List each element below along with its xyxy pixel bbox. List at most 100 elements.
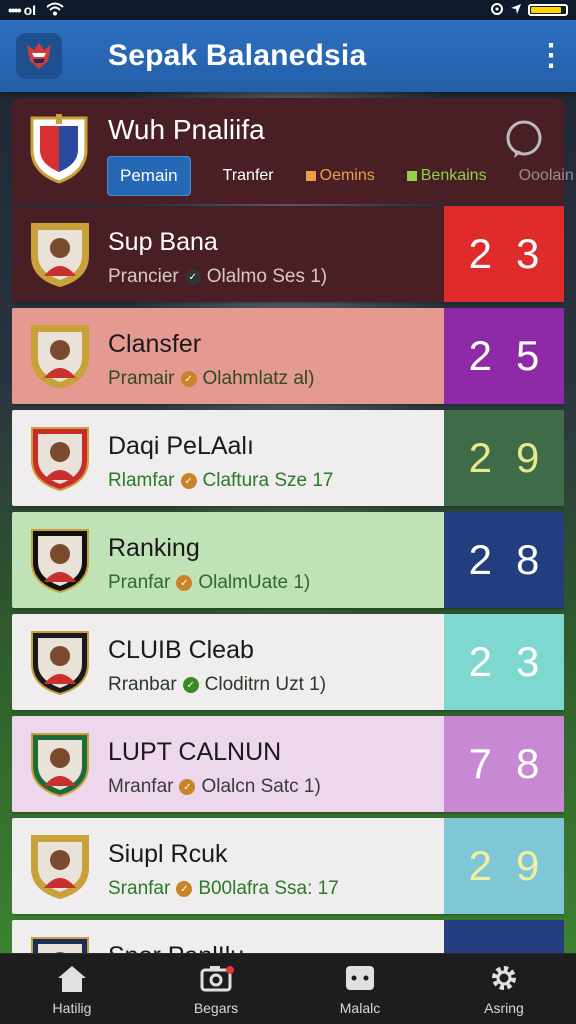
nav-malalc-label: Malalc bbox=[339, 1000, 381, 1016]
player-crest-icon bbox=[28, 730, 92, 798]
club-name: CLUIB Cleab bbox=[108, 636, 254, 664]
club-role: Rlamfar bbox=[108, 470, 175, 491]
player-crest-icon bbox=[28, 322, 92, 390]
nav-begars[interactable]: Begars bbox=[144, 954, 288, 1024]
club-subtitle: Rranbar ✓ Cloditrn Uzt 1) bbox=[108, 674, 326, 696]
club-row[interactable]: CLUIB Cleab Rranbar ✓ Cloditrn Uzt 1) 23 bbox=[12, 614, 564, 710]
club-name: Ranking bbox=[108, 534, 200, 562]
signal-icon: •••• bbox=[8, 2, 22, 18]
status-dot-icon: ✓ bbox=[184, 269, 201, 285]
score-box: 23 bbox=[444, 206, 564, 302]
club-row-main: Sup Bana Prancier ✓ Olalmo Ses 1) bbox=[12, 206, 444, 302]
nav-malalc[interactable]: Malalc bbox=[288, 954, 432, 1024]
club-subtitle: Rlamfar ✓ Claftura Sze 17 bbox=[108, 470, 333, 492]
score-box: 25 bbox=[444, 308, 564, 404]
club-detail: Cloditrn Uzt 1) bbox=[204, 674, 327, 695]
app-title: Sepak Balanedsia bbox=[108, 39, 367, 72]
tab-pemain[interactable]: Pemain bbox=[107, 156, 191, 196]
club-subtitle: Pramair ✓ Olahmlatz al) bbox=[108, 368, 314, 390]
player-crest-icon bbox=[28, 628, 92, 696]
club-list: Sup Bana Prancier ✓ Olalmo Ses 1) 23 Clansfer… bbox=[12, 204, 564, 953]
tab-tranfer[interactable]: Tranfer bbox=[223, 167, 274, 185]
status-dot-icon: ✓ bbox=[176, 881, 193, 897]
carrier: •••• oI bbox=[8, 2, 64, 19]
wolf-logo-icon[interactable] bbox=[16, 33, 62, 79]
club-row[interactable]: Sup Bana Prancier ✓ Olalmo Ses 1) 23 bbox=[12, 206, 564, 302]
status-bar: •••• oI bbox=[0, 0, 576, 20]
club-row-main: Daqi PeLAalı Rlamfar ✓ Claftura Sze 17 bbox=[12, 410, 444, 506]
club-role: Prancier bbox=[108, 266, 179, 287]
club-crest-icon bbox=[26, 110, 92, 186]
club-role: Rranbar bbox=[108, 674, 177, 695]
club-name: Daqi PeLAalı bbox=[108, 432, 254, 460]
club-row-main: Snor PanlIlu bbox=[12, 920, 444, 953]
nav-asring[interactable]: Asring bbox=[432, 954, 576, 1024]
tab-ooolain-label: Ooolain bbox=[518, 167, 574, 184]
square-icon bbox=[406, 171, 417, 181]
score-box: 78 bbox=[444, 716, 564, 812]
player-crest-icon bbox=[28, 220, 92, 288]
club-row[interactable]: Ranking Pranfar ✓ OlalmUate 1) 28 bbox=[12, 512, 564, 608]
club-name: Siupl Rcuk bbox=[108, 840, 228, 868]
chat-icon bbox=[346, 966, 374, 990]
club-name: LUPT CALNUN bbox=[108, 738, 282, 766]
score-box: 29 bbox=[444, 818, 564, 914]
club-row-main: Siupl Rcuk Sranfar ✓ B00lafra Ssa: 17 bbox=[12, 818, 444, 914]
status-right bbox=[490, 2, 568, 19]
notification-badge bbox=[226, 966, 234, 974]
tab-oemins-label: Oemins bbox=[319, 167, 375, 184]
bottom-nav: Hatilig Begars Malalc Asring bbox=[0, 953, 576, 1024]
club-name: Clansfer bbox=[108, 330, 202, 358]
app-bar: Sepak Balanedsia ⋮ bbox=[0, 20, 576, 92]
club-detail: Claftura Sze 17 bbox=[202, 470, 334, 491]
club-name: Snor PanlIlu bbox=[108, 942, 244, 953]
status-dot-icon: ✓ bbox=[182, 677, 199, 693]
club-row[interactable]: Snor PanlIlu 25 bbox=[12, 920, 564, 953]
header-title: Wuh Pnaliifa bbox=[108, 114, 265, 145]
battery-icon bbox=[528, 4, 568, 16]
club-subtitle: Sranfar ✓ B00lafra Ssa: 17 bbox=[108, 878, 339, 900]
club-row-main: Ranking Pranfar ✓ OlalmUate 1) bbox=[12, 512, 444, 608]
club-subtitle: Mranfar ✓ Olalcn Satc 1) bbox=[108, 776, 321, 798]
club-detail: Olalmo Ses 1) bbox=[206, 266, 328, 287]
header-card: Wuh Pnaliifa Pemain Tranfer Oemins Benka… bbox=[12, 98, 574, 204]
club-detail: Olalcn Satc 1) bbox=[201, 776, 321, 797]
club-detail: Olahmlatz al) bbox=[202, 368, 315, 389]
nav-home[interactable]: Hatilig bbox=[0, 954, 144, 1024]
tab-oemins[interactable]: Oemins bbox=[305, 167, 375, 185]
club-detail: B00lafra Ssa: 17 bbox=[198, 878, 339, 899]
status-dot-icon: ✓ bbox=[180, 473, 197, 489]
club-row[interactable]: Siupl Rcuk Sranfar ✓ B00lafra Ssa: 17 29 bbox=[12, 818, 564, 914]
location-icon bbox=[510, 2, 522, 18]
club-name: Sup Bana bbox=[108, 228, 218, 256]
score-box: 29 bbox=[444, 410, 564, 506]
tab-ooolain[interactable]: Ooolain bbox=[519, 167, 574, 185]
club-row-main: CLUIB Cleab Rranbar ✓ Cloditrn Uzt 1) bbox=[12, 614, 444, 710]
club-detail: OlalmUate 1) bbox=[198, 572, 311, 593]
club-row[interactable]: Daqi PeLAalı Rlamfar ✓ Claftura Sze 17 29 bbox=[12, 410, 564, 506]
tab-tranfer-label: Tranfer bbox=[222, 167, 274, 184]
club-row[interactable]: LUPT CALNUN Mranfar ✓ Olalcn Satc 1) 78 bbox=[12, 716, 564, 812]
nav-home-label: Hatilig bbox=[52, 1000, 92, 1016]
tab-bar: Pemain Tranfer Oemins Benkains Ooolain bbox=[107, 156, 574, 196]
nav-begars-label: Begars bbox=[193, 1000, 239, 1016]
home-icon bbox=[58, 966, 86, 992]
player-crest-icon bbox=[28, 526, 92, 594]
club-row[interactable]: Clansfer Pramair ✓ Olahmlatz al) 25 bbox=[12, 308, 564, 404]
status-dot-icon: ✓ bbox=[180, 371, 197, 387]
club-role: Mranfar bbox=[108, 776, 174, 797]
nav-asring-label: Asring bbox=[484, 1000, 524, 1016]
player-crest-icon bbox=[28, 934, 92, 953]
gear-icon bbox=[492, 966, 516, 990]
tab-benkains-label: Benkains bbox=[420, 167, 487, 184]
club-role: Sranfar bbox=[108, 878, 171, 899]
wifi-icon bbox=[46, 2, 64, 19]
score-box: 25 bbox=[444, 920, 564, 953]
club-role: Pramair bbox=[108, 368, 175, 389]
score-box: 28 bbox=[444, 512, 564, 608]
tab-benkains[interactable]: Benkains bbox=[406, 167, 487, 185]
kebab-menu-icon[interactable]: ⋮ bbox=[536, 41, 566, 71]
carrier-name: oI bbox=[23, 2, 37, 18]
club-subtitle: Prancier ✓ Olalmo Ses 1) bbox=[108, 266, 327, 288]
club-subtitle: Pranfar ✓ OlalmUate 1) bbox=[108, 572, 310, 594]
